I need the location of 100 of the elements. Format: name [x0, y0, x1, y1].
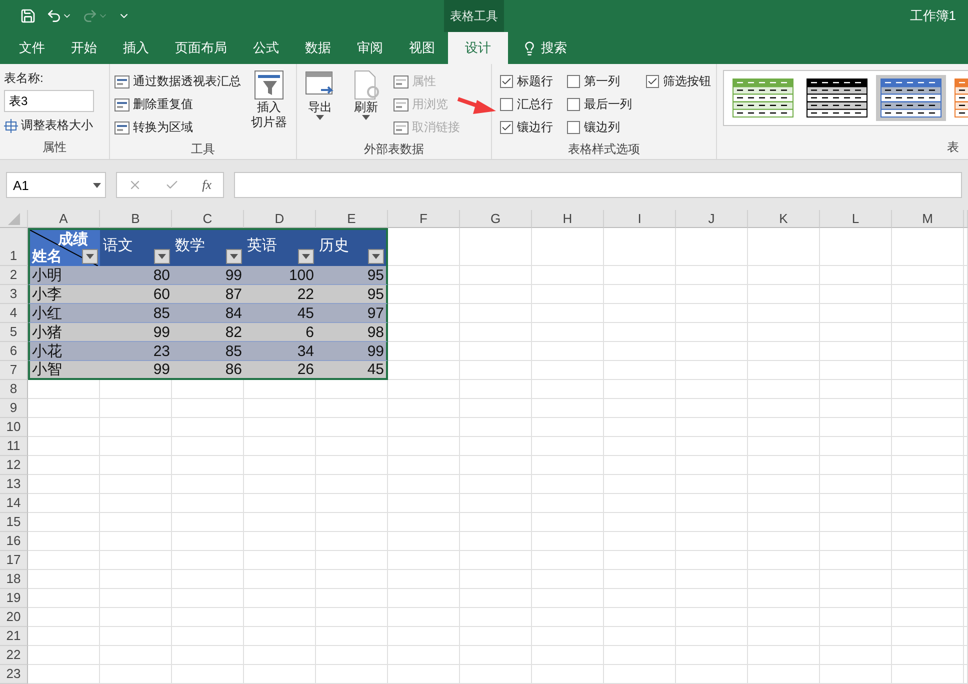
ribbon-tab[interactable]: 插入: [110, 32, 162, 64]
empty-cell: [244, 665, 316, 684]
save-icon[interactable]: [20, 8, 36, 24]
resize-table-button[interactable]: 调整表格大小: [4, 114, 94, 137]
column-header[interactable]: C: [172, 210, 244, 228]
checkbox[interactable]: 镶边行: [500, 116, 553, 139]
column-header[interactable]: J: [676, 210, 748, 228]
column-header[interactable]: M: [892, 210, 964, 228]
column-header[interactable]: K: [748, 210, 820, 228]
empty-cell: [676, 608, 748, 627]
column-header[interactable]: D: [244, 210, 316, 228]
empty-cell: [820, 608, 892, 627]
empty-cell: [820, 456, 892, 475]
ribbon-tab[interactable]: 文件: [6, 32, 58, 64]
row-header[interactable]: 9: [0, 399, 28, 418]
ribbon-button[interactable]: 通过数据透视表汇总: [114, 70, 241, 93]
row-header[interactable]: 13: [0, 475, 28, 494]
table-cell: 95: [316, 266, 388, 285]
empty-cell: [460, 380, 532, 399]
column-header[interactable]: H: [532, 210, 604, 228]
table-cell: 26: [244, 361, 316, 380]
undo-icon[interactable]: [46, 8, 72, 24]
column-header[interactable]: I: [604, 210, 676, 228]
ribbon-tab[interactable]: 审阅: [344, 32, 396, 64]
row-header[interactable]: 8: [0, 380, 28, 399]
table-style-option[interactable]: [876, 75, 946, 121]
table-icon: [114, 74, 130, 90]
row-header[interactable]: 17: [0, 551, 28, 570]
formula-input[interactable]: [234, 172, 962, 198]
empty-cell: [748, 494, 820, 513]
row-header[interactable]: 5: [0, 323, 28, 342]
row-header[interactable]: 21: [0, 627, 28, 646]
checkbox[interactable]: 镶边列: [567, 116, 632, 139]
empty-cell: [172, 456, 244, 475]
table-cell: 84: [172, 304, 244, 323]
checkbox[interactable]: 筛选按钮: [646, 70, 711, 93]
checkbox[interactable]: 汇总行: [500, 93, 553, 116]
slicer-icon: [254, 70, 284, 100]
search-button[interactable]: 搜索: [522, 32, 567, 64]
ribbon-tab[interactable]: 公式: [240, 32, 292, 64]
column-header[interactable]: F: [388, 210, 460, 228]
ribbon-button[interactable]: 转换为区域: [114, 116, 241, 139]
row-header[interactable]: 1: [0, 228, 28, 266]
filter-button[interactable]: [226, 249, 242, 264]
row-header[interactable]: 14: [0, 494, 28, 513]
row-header[interactable]: 22: [0, 646, 28, 665]
empty-cell: [460, 589, 532, 608]
empty-cell: [532, 665, 604, 684]
row-header[interactable]: 7: [0, 361, 28, 380]
ribbon-button[interactable]: 删除重复值: [114, 93, 241, 116]
empty-cell: [604, 266, 676, 285]
row-header[interactable]: 2: [0, 266, 28, 285]
insert-slicer-button[interactable]: 插入 切片器: [247, 70, 291, 139]
checkbox[interactable]: 最后一列: [567, 93, 632, 116]
row-header[interactable]: 12: [0, 456, 28, 475]
column-header[interactable]: E: [316, 210, 388, 228]
table-cell: 小智: [28, 361, 100, 380]
empty-cell: [460, 418, 532, 437]
ribbon-tab[interactable]: 视图: [396, 32, 448, 64]
row-header[interactable]: 15: [0, 513, 28, 532]
empty-cell: [748, 589, 820, 608]
empty-cell: [820, 323, 892, 342]
column-header[interactable]: G: [460, 210, 532, 228]
row-header[interactable]: 20: [0, 608, 28, 627]
empty-cell: [388, 551, 460, 570]
insert-function-button[interactable]: fx: [202, 177, 212, 193]
row-header[interactable]: 6: [0, 342, 28, 361]
row-header[interactable]: 23: [0, 665, 28, 684]
row-header[interactable]: 16: [0, 532, 28, 551]
export-button[interactable]: 导出: [301, 70, 339, 139]
row-header[interactable]: 10: [0, 418, 28, 437]
ribbon-tab[interactable]: 开始: [58, 32, 110, 64]
column-header[interactable]: B: [100, 210, 172, 228]
filter-button[interactable]: [368, 249, 384, 264]
row-header[interactable]: 3: [0, 285, 28, 304]
checkbox[interactable]: 第一列: [567, 70, 632, 93]
ribbon-tab[interactable]: 数据: [292, 32, 344, 64]
filter-button[interactable]: [82, 249, 98, 264]
empty-cell: [676, 228, 748, 266]
ribbon-tab[interactable]: 页面布局: [162, 32, 240, 64]
name-box[interactable]: A1: [6, 172, 106, 198]
field-label: 表名称:: [4, 70, 44, 87]
column-header[interactable]: L: [820, 210, 892, 228]
table-name-field[interactable]: 表3: [4, 90, 94, 112]
empty-cell: [244, 475, 316, 494]
row-header[interactable]: 19: [0, 589, 28, 608]
empty-cell: [460, 437, 532, 456]
filter-button[interactable]: [298, 249, 314, 264]
ribbon-tab[interactable]: 设计: [448, 32, 508, 64]
style-gallery[interactable]: [723, 70, 968, 126]
row-header[interactable]: 11: [0, 437, 28, 456]
row-header[interactable]: 18: [0, 570, 28, 589]
empty-cell: [820, 475, 892, 494]
column-header[interactable]: A: [28, 210, 100, 228]
refresh-button[interactable]: 刷新: [347, 70, 385, 139]
checkbox[interactable]: 标题行: [500, 70, 553, 93]
filter-button[interactable]: [154, 249, 170, 264]
empty-cell: [316, 589, 388, 608]
row-header[interactable]: 4: [0, 304, 28, 323]
empty-cell: [748, 513, 820, 532]
